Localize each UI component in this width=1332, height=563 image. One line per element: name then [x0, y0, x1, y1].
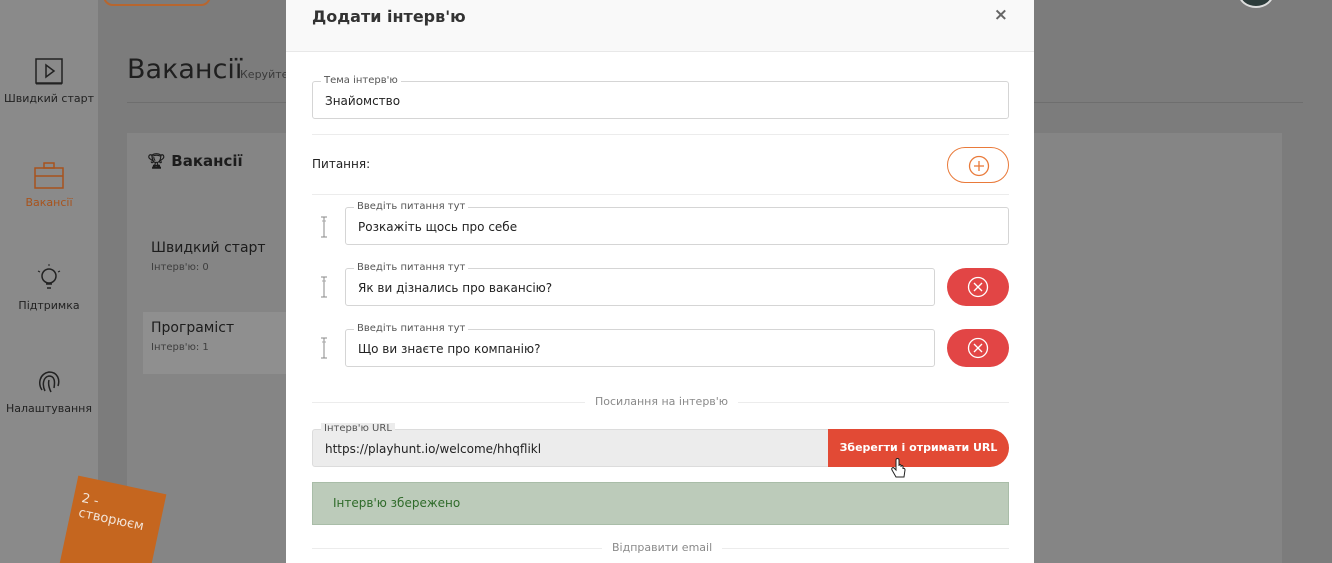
drag-handle-icon[interactable]: [319, 215, 329, 239]
lightbulb-icon: [37, 264, 61, 289]
modal-title: Додати інтерв'ю: [312, 7, 466, 26]
vacancy-card[interactable]: Програміст Інтерв'ю: 1: [143, 312, 303, 374]
play-icon: [35, 58, 63, 85]
field-value: Розкажіть щось про себе: [358, 220, 518, 234]
delete-question-button[interactable]: [947, 268, 1009, 306]
close-icon[interactable]: ×: [994, 5, 1008, 25]
field-legend: Введіть питання тут: [354, 262, 469, 274]
page-subtitle: Керуйте: [240, 68, 289, 81]
vacancy-interview-count: Інтерв'ю: 0: [151, 262, 209, 273]
add-interview-modal: Додати інтерв'ю × Тема інтерв'ю Знайомст…: [286, 0, 1034, 563]
send-email-divider-label: Відправити email: [602, 541, 723, 554]
field-value: Як ви дізнались про вакансію?: [358, 281, 553, 295]
delete-question-button[interactable]: [947, 329, 1009, 367]
drag-handle-icon[interactable]: [319, 336, 329, 360]
vacancy-title: Швидкий старт: [151, 240, 266, 256]
briefcase-icon: [34, 162, 64, 189]
vacancy-title: Програміст: [151, 320, 235, 336]
close-circle-icon: [967, 276, 989, 298]
field-legend: Тема інтерв'ю: [321, 75, 401, 87]
save-and-get-url-button[interactable]: Зберегти і отримати URL: [828, 429, 1009, 467]
vacancy-interview-count: Інтерв'ю: 1: [151, 342, 209, 353]
divider: [312, 134, 1009, 135]
field-value: Знайомство: [325, 94, 401, 108]
interview-topic-field[interactable]: Тема інтерв'ю Знайомство: [312, 75, 1009, 119]
sidebar-item-settings[interactable]: Налаштування: [0, 366, 98, 415]
questions-label: Питання:: [312, 157, 371, 171]
field-legend: Введіть питання тут: [354, 201, 469, 213]
hand-cursor-icon: [891, 458, 906, 478]
field-legend: Введіть питання тут: [354, 323, 469, 335]
sidebar-item-label: Швидкий старт: [3, 92, 95, 105]
field-legend: Інтерв'ю URL: [321, 423, 395, 435]
field-value: Що ви знаєте про компанію?: [358, 342, 541, 356]
sidebar-item-label: Вакансії: [25, 196, 73, 209]
sidebar-item-label: Підтримка: [18, 299, 80, 312]
question-field[interactable]: Введіть питання тут Розкажіть щось про с…: [345, 201, 1009, 245]
panel-title-label: Вакансії: [171, 152, 243, 170]
page-title: Вакансії: [127, 54, 243, 85]
question-field[interactable]: Введіть питання тут Як ви дізнались про …: [345, 262, 935, 306]
divider: [312, 194, 1009, 195]
promo-badge-text: 2 - створюєм: [77, 490, 146, 535]
fingerprint-icon: [39, 371, 60, 393]
sidebar-item-quick-start[interactable]: Швидкий старт: [0, 58, 98, 105]
sidebar-item-label: Налаштування: [6, 402, 92, 415]
avatar: [1238, 0, 1274, 8]
add-question-button[interactable]: [947, 147, 1009, 183]
sidebar-item-vacancies[interactable]: Вакансії: [0, 162, 98, 209]
vacancy-card[interactable]: Швидкий старт Інтерв'ю: 0: [143, 232, 303, 294]
interview-url-field[interactable]: Інтерв'ю URL https://playhunt.io/welcome…: [312, 423, 829, 467]
interview-link-divider-label: Посилання на інтерв'ю: [585, 395, 739, 408]
panel-title: 🏆︎ Вакансії: [147, 152, 243, 170]
sidebar-item-support[interactable]: Підтримка: [0, 263, 98, 312]
plus-circle-icon: [968, 155, 990, 177]
close-circle-icon: [967, 337, 989, 359]
field-value: https://playhunt.io/welcome/hhqflikl: [325, 442, 542, 456]
trophy-icon: 🏆︎: [147, 152, 167, 170]
drag-handle-icon[interactable]: [319, 275, 329, 299]
top-bar-button: [103, 0, 211, 6]
modal-header: Додати інтерв'ю ×: [286, 0, 1034, 52]
question-field[interactable]: Введіть питання тут Що ви знаєте про ком…: [345, 323, 935, 367]
success-alert: Інтерв'ю збережено: [312, 482, 1009, 525]
